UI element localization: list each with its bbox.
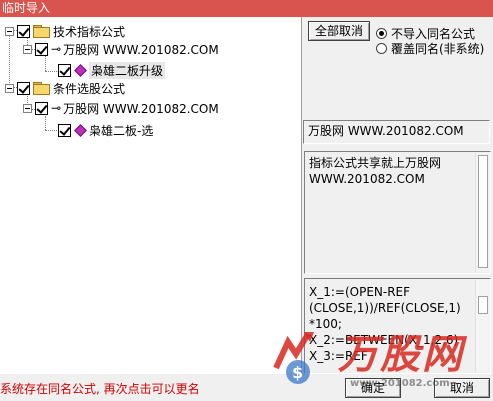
description-line: 指标公式共享就上万股网 (309, 156, 442, 170)
collapse-toggle-icon[interactable] (5, 26, 14, 36)
key-icon: ⊸ (51, 42, 61, 56)
radio-label: 覆盖同名(非系统) (391, 42, 485, 56)
collapse-toggle-icon[interactable] (5, 83, 14, 93)
tree-node-formula[interactable]: 枭雄二板升级 (58, 61, 166, 79)
node-checkbox[interactable] (17, 24, 30, 38)
radio-selected-icon[interactable] (376, 28, 387, 39)
tree-node-indicator-formulas[interactable]: 技术指标公式 (5, 22, 125, 40)
tree-node-label: 条件选股公式 (53, 81, 126, 96)
author-text: 万股网 WWW.201082.COM (308, 124, 464, 138)
description-line: WWW.201082.COM (309, 172, 425, 186)
tree-node-author[interactable]: ⊸ 万股网 WWW.201082.COM (23, 40, 219, 58)
code-line: X_2:=BETWEEN(X_1,2,6) (309, 333, 459, 347)
formula-tree[interactable]: 技术指标公式 ⊸ 万股网 WWW.201082.COM 枭雄二板升级 条件选股公… (0, 17, 302, 374)
code-line: X_1:=(OPEN-REF (309, 285, 411, 299)
node-checkbox[interactable] (35, 42, 48, 56)
window-title: 临时导入 (0, 0, 493, 17)
node-checkbox[interactable] (17, 81, 30, 95)
code-line: X_3:=REF (309, 349, 368, 363)
tree-node-label: 枭雄二板升级 (89, 61, 166, 79)
code-line: *100; (309, 317, 342, 331)
code-scrollbar[interactable] (475, 280, 489, 372)
node-checkbox[interactable] (58, 123, 71, 137)
author-field: 万股网 WWW.201082.COM (303, 120, 490, 144)
tree-node-formula[interactable]: 枭雄二板-选 (58, 121, 153, 139)
key-icon: ⊸ (51, 101, 61, 115)
tree-connector (45, 130, 57, 131)
tree-connector (45, 116, 46, 130)
scrollbar-thumb[interactable] (478, 155, 488, 268)
folder-icon (33, 82, 50, 95)
formula-icon (74, 63, 87, 77)
tree-connector (45, 71, 57, 72)
status-message: 系统存在同名公式, 再次点击可以更名 (0, 382, 200, 396)
status-bar: 系统存在同名公式, 再次点击可以更名 (0, 374, 493, 401)
tree-node-author[interactable]: ⊸ 万股网 WWW.201082.COM (23, 99, 219, 117)
folder-icon (33, 25, 50, 38)
tree-node-label: 万股网 WWW.201082.COM (63, 101, 219, 116)
description-scrollbar[interactable] (475, 153, 489, 272)
formula-icon (74, 123, 87, 137)
node-checkbox[interactable] (35, 101, 48, 115)
tree-node-label: 技术指标公式 (53, 24, 126, 39)
tree-node-label: 枭雄二板-选 (89, 123, 154, 138)
scrollbar-thumb[interactable] (478, 296, 488, 314)
deselect-all-button[interactable]: 全部取消 (308, 21, 370, 41)
radio-unselected-icon[interactable] (376, 43, 387, 54)
node-checkbox[interactable] (58, 63, 71, 77)
cancel-button[interactable]: 取消 (434, 378, 490, 398)
description-box: 指标公式共享就上万股网 WWW.201082.COM (304, 151, 491, 274)
collapse-toggle-icon[interactable] (23, 103, 32, 113)
collapse-toggle-icon[interactable] (23, 44, 32, 54)
radio-overwrite-duplicates[interactable]: 覆盖同名(非系统) (376, 40, 484, 57)
formula-code-box: X_1:=(OPEN-REF (CLOSE,1))/REF(CLOSE,1) *… (304, 278, 491, 374)
tree-node-label: 万股网 WWW.201082.COM (63, 42, 219, 57)
tree-node-stock-selection-formulas[interactable]: 条件选股公式 (5, 79, 125, 97)
code-line: (CLOSE,1))/REF(CLOSE,1) (309, 301, 461, 315)
ok-button[interactable]: 确定 (345, 378, 401, 398)
